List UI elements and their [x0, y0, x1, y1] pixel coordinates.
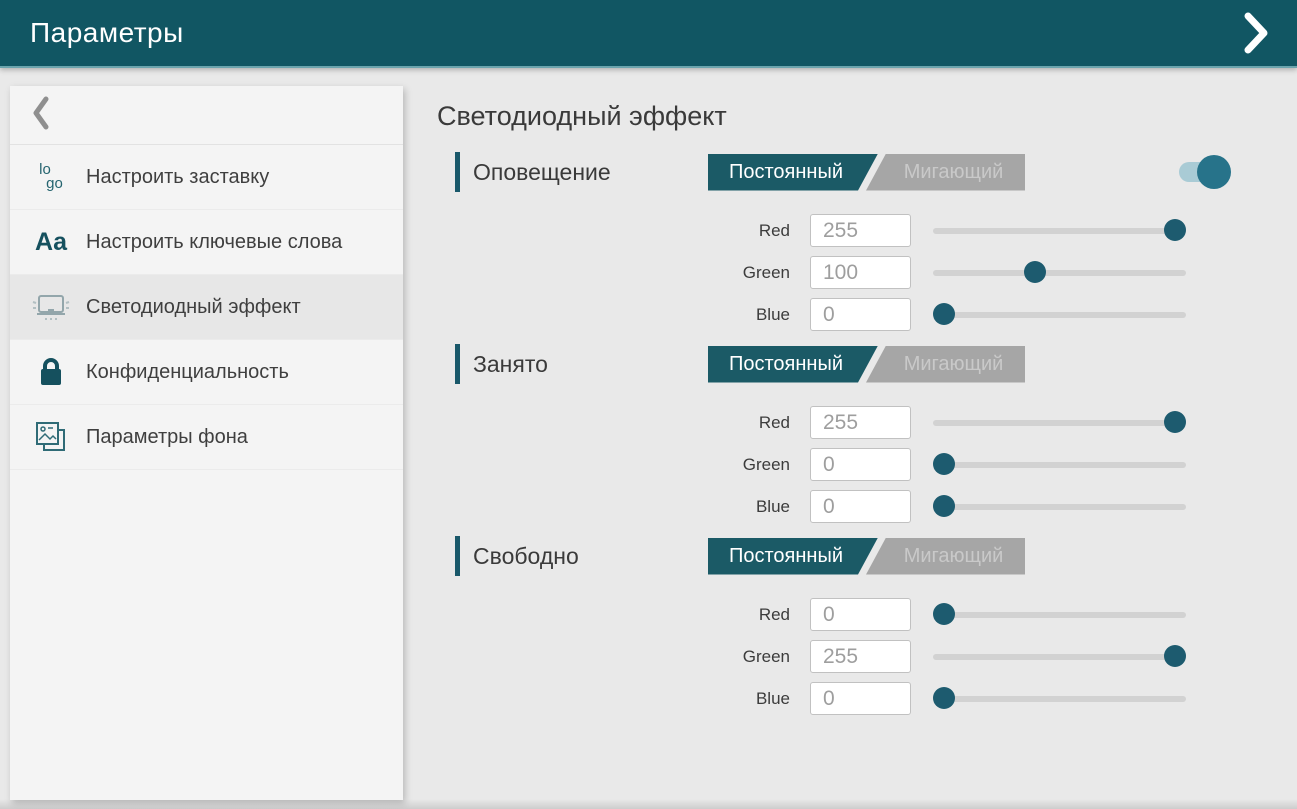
- slider-thumb[interactable]: [933, 687, 955, 709]
- red-value-input[interactable]: [810, 214, 911, 247]
- slider-thumb[interactable]: [1024, 261, 1046, 283]
- led-effect-panel: Светодиодный эффект Оповещение Постоянны…: [437, 68, 1237, 715]
- red-slider[interactable]: [933, 214, 1186, 247]
- section-accent-bar: [455, 536, 460, 576]
- green-channel-row: Green: [437, 640, 1237, 673]
- channel-label: Red: [437, 605, 810, 625]
- blue-value-input[interactable]: [810, 490, 911, 523]
- background-images-icon: [30, 419, 72, 455]
- green-slider[interactable]: [933, 640, 1186, 673]
- section-label: Свободно: [473, 543, 579, 570]
- green-slider[interactable]: [933, 448, 1186, 481]
- blue-value-input[interactable]: [810, 298, 911, 331]
- sidebar-collapse-button[interactable]: [10, 86, 403, 145]
- section-label: Занято: [473, 351, 548, 378]
- sidebar-item-label: Конфиденциальность: [86, 359, 289, 385]
- blue-slider[interactable]: [933, 490, 1186, 523]
- green-value-input[interactable]: [810, 256, 911, 289]
- green-value-input[interactable]: [810, 448, 911, 481]
- blue-channel-row: Blue: [437, 682, 1237, 715]
- slider-thumb[interactable]: [1164, 219, 1186, 241]
- section-busy: Занято Постоянный Мигающий Red Green: [437, 345, 1237, 523]
- sidebar-item-privacy[interactable]: Конфиденциальность: [10, 340, 403, 405]
- blue-value-input[interactable]: [810, 682, 911, 715]
- slider-track: [933, 504, 1186, 510]
- slider-track: [933, 312, 1186, 318]
- red-slider[interactable]: [933, 598, 1186, 631]
- channel-label: Green: [437, 455, 810, 475]
- channel-label: Red: [437, 221, 810, 241]
- slider-thumb[interactable]: [1164, 411, 1186, 433]
- slider-track: [933, 696, 1186, 702]
- slider-thumb[interactable]: [933, 303, 955, 325]
- red-value-input[interactable]: [810, 406, 911, 439]
- blue-channel-row: Blue: [437, 490, 1237, 523]
- logo-icon: lo go: [30, 163, 72, 191]
- led-screen-icon: [30, 290, 72, 324]
- red-channel-row: Red: [437, 214, 1237, 247]
- mode-constant-button[interactable]: Постоянный: [708, 346, 878, 383]
- green-value-input[interactable]: [810, 640, 911, 673]
- slider-track: [933, 270, 1186, 276]
- mode-blinking-button[interactable]: Мигающий: [866, 154, 1025, 191]
- sidebar-item-background[interactable]: Параметры фона: [10, 405, 403, 470]
- slider-thumb[interactable]: [933, 495, 955, 517]
- keywords-icon: Aa: [30, 228, 72, 257]
- channel-label: Green: [437, 263, 810, 283]
- blue-slider[interactable]: [933, 298, 1186, 331]
- section-free: Свободно Постоянный Мигающий Red Green: [437, 537, 1237, 715]
- settings-sidebar: lo go Настроить заставку Aa Настроить кл…: [10, 86, 403, 800]
- sidebar-item-label: Светодиодный эффект: [86, 294, 301, 320]
- chevron-right-icon[interactable]: [1235, 9, 1275, 57]
- section-accent-bar: [455, 344, 460, 384]
- channel-label: Green: [437, 647, 810, 667]
- chevron-left-icon: [30, 95, 52, 136]
- red-value-input[interactable]: [810, 598, 911, 631]
- red-slider[interactable]: [933, 406, 1186, 439]
- mode-segmented-control: Постоянный Мигающий: [708, 154, 1025, 191]
- green-channel-row: Green: [437, 448, 1237, 481]
- sidebar-item-label: Настроить ключевые слова: [86, 229, 342, 255]
- section-notification: Оповещение Постоянный Мигающий Red Green: [437, 153, 1237, 331]
- red-channel-row: Red: [437, 406, 1237, 439]
- mode-segmented-control: Постоянный Мигающий: [708, 538, 1025, 575]
- notification-led-toggle[interactable]: [1179, 162, 1224, 182]
- mode-blinking-button[interactable]: Мигающий: [866, 538, 1025, 575]
- red-channel-row: Red: [437, 598, 1237, 631]
- mode-blinking-button[interactable]: Мигающий: [866, 346, 1025, 383]
- toggle-knob: [1197, 155, 1231, 189]
- mode-constant-button[interactable]: Постоянный: [708, 538, 878, 575]
- channel-label: Blue: [437, 305, 810, 325]
- channel-label: Blue: [437, 497, 810, 517]
- slider-track: [933, 654, 1186, 660]
- section-label: Оповещение: [473, 159, 611, 186]
- sidebar-item-splash-screen[interactable]: lo go Настроить заставку: [10, 145, 403, 210]
- channel-label: Red: [437, 413, 810, 433]
- panel-title: Светодиодный эффект: [437, 101, 1237, 132]
- channel-label: Blue: [437, 689, 810, 709]
- blue-slider[interactable]: [933, 682, 1186, 715]
- slider-track: [933, 612, 1186, 618]
- blue-channel-row: Blue: [437, 298, 1237, 331]
- slider-thumb[interactable]: [933, 603, 955, 625]
- lock-icon: [30, 355, 72, 389]
- sidebar-item-label: Настроить заставку: [86, 164, 269, 190]
- slider-track: [933, 420, 1186, 426]
- slider-thumb[interactable]: [1164, 645, 1186, 667]
- green-slider[interactable]: [933, 256, 1186, 289]
- section-accent-bar: [455, 152, 460, 192]
- slider-thumb[interactable]: [933, 453, 955, 475]
- slider-track: [933, 462, 1186, 468]
- mode-segmented-control: Постоянный Мигающий: [708, 346, 1025, 383]
- sidebar-item-label: Параметры фона: [86, 424, 248, 450]
- green-channel-row: Green: [437, 256, 1237, 289]
- sidebar-item-keywords[interactable]: Aa Настроить ключевые слова: [10, 210, 403, 275]
- app-header: Параметры: [0, 0, 1297, 68]
- sidebar-item-led-effect[interactable]: Светодиодный эффект: [10, 275, 403, 340]
- slider-track: [933, 228, 1186, 234]
- page-title: Параметры: [30, 17, 184, 49]
- mode-constant-button[interactable]: Постоянный: [708, 154, 878, 191]
